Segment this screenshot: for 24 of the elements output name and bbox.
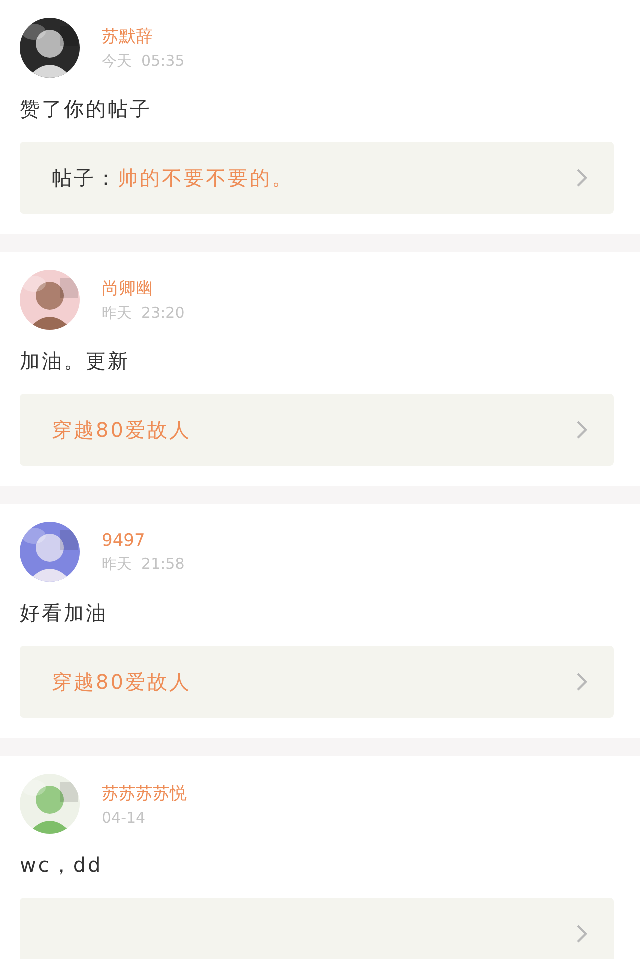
post-title: 穿越80爱故人 bbox=[52, 416, 192, 444]
timestamp: 04-14 bbox=[102, 808, 147, 826]
timestamp: 昨天 23:20 bbox=[102, 304, 185, 323]
post-label: 帖子： bbox=[52, 164, 118, 192]
comment-text: wc，dd bbox=[20, 852, 104, 879]
chevron-right-icon bbox=[576, 672, 588, 692]
user-name[interactable]: 9497 bbox=[102, 530, 185, 550]
comment-text: 赞了你的帖子 bbox=[20, 96, 153, 123]
post-card[interactable]: 穿越80爱故人 bbox=[20, 646, 614, 718]
timestamp: 昨天 21:58 bbox=[102, 554, 185, 574]
comment-text: 好看加油 bbox=[20, 600, 109, 627]
post-title: 帅的不要不要的。 bbox=[118, 164, 294, 192]
comment-text: 加油。更新 bbox=[20, 348, 131, 375]
user-name[interactable]: 苏默辞 bbox=[102, 25, 185, 48]
user-name[interactable]: 尚卿幽 bbox=[102, 277, 185, 300]
post-title: 穿越80爱故人 bbox=[52, 668, 192, 696]
post-card[interactable]: 穿越80爱故人 bbox=[20, 394, 614, 466]
chevron-right-icon bbox=[576, 924, 588, 944]
post-card[interactable]: 帖子：帅的不要不要的。 bbox=[20, 142, 614, 214]
chevron-right-icon bbox=[576, 420, 588, 440]
chevron-right-icon bbox=[576, 168, 588, 188]
user-name[interactable]: 苏苏苏苏悦 bbox=[102, 782, 187, 804]
post-card[interactable] bbox=[20, 898, 614, 959]
timestamp: 今天 05:35 bbox=[102, 52, 185, 71]
